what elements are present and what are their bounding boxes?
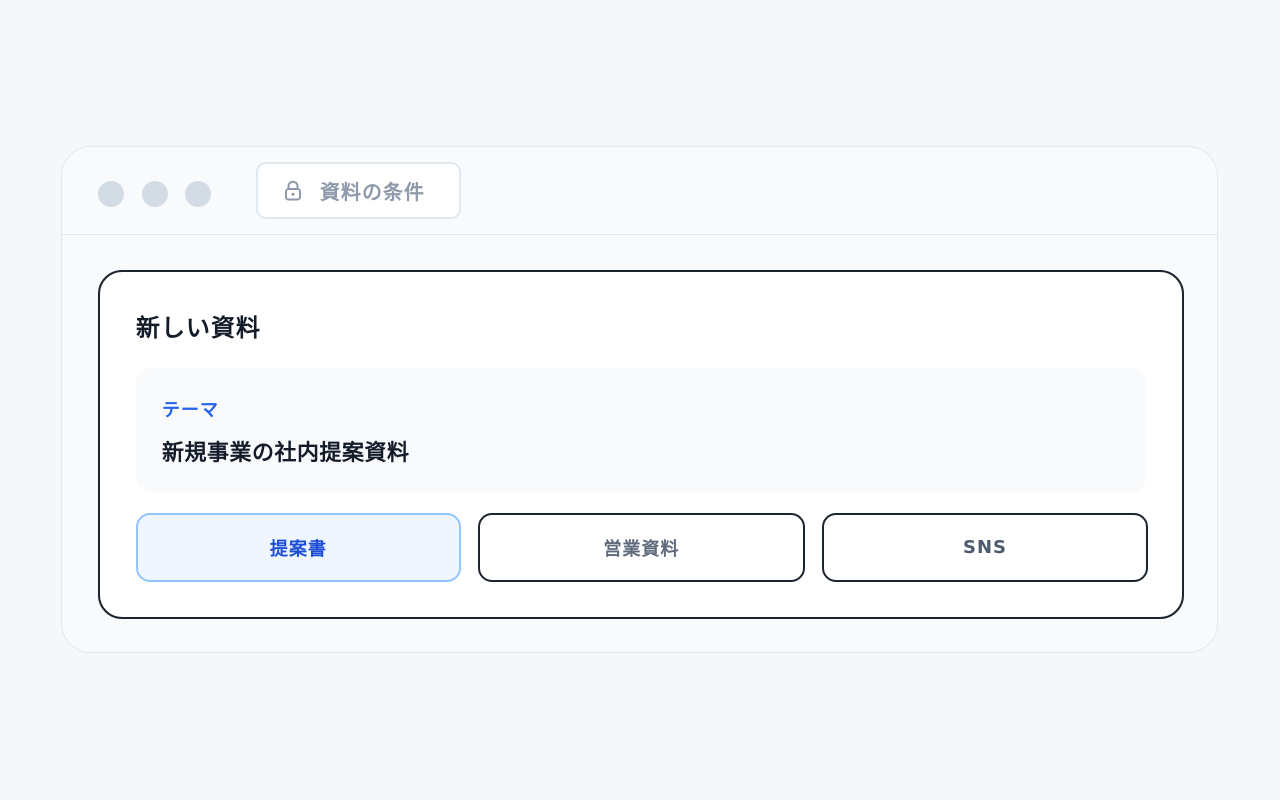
new-document-card: 新しい資料 テーマ 新規事業の社内提案資料 提案書 営業資料 SNS [98,270,1184,619]
theme-label: テーマ [162,400,219,421]
window-minimize-dot[interactable] [142,181,168,207]
option-sales-material-button[interactable]: 営業資料 [478,513,805,582]
lock-icon [283,180,303,202]
option-proposal-button[interactable]: 提案書 [136,513,461,582]
tab-title: 資料の条件 [320,180,425,204]
tab-document-conditions[interactable]: 資料の条件 [256,162,461,219]
option-sns-button[interactable]: SNS [822,513,1148,582]
window-titlebar: 資料の条件 [62,147,1217,235]
card-title: 新しい資料 [136,314,261,342]
window-close-dot[interactable] [98,181,124,207]
browser-window: 資料の条件 新しい資料 テーマ 新規事業の社内提案資料 提案書 営業資料 SNS [61,146,1218,653]
theme-field[interactable]: テーマ 新規事業の社内提案資料 [136,368,1146,492]
theme-value: 新規事業の社内提案資料 [162,441,410,466]
window-maximize-dot[interactable] [185,181,211,207]
